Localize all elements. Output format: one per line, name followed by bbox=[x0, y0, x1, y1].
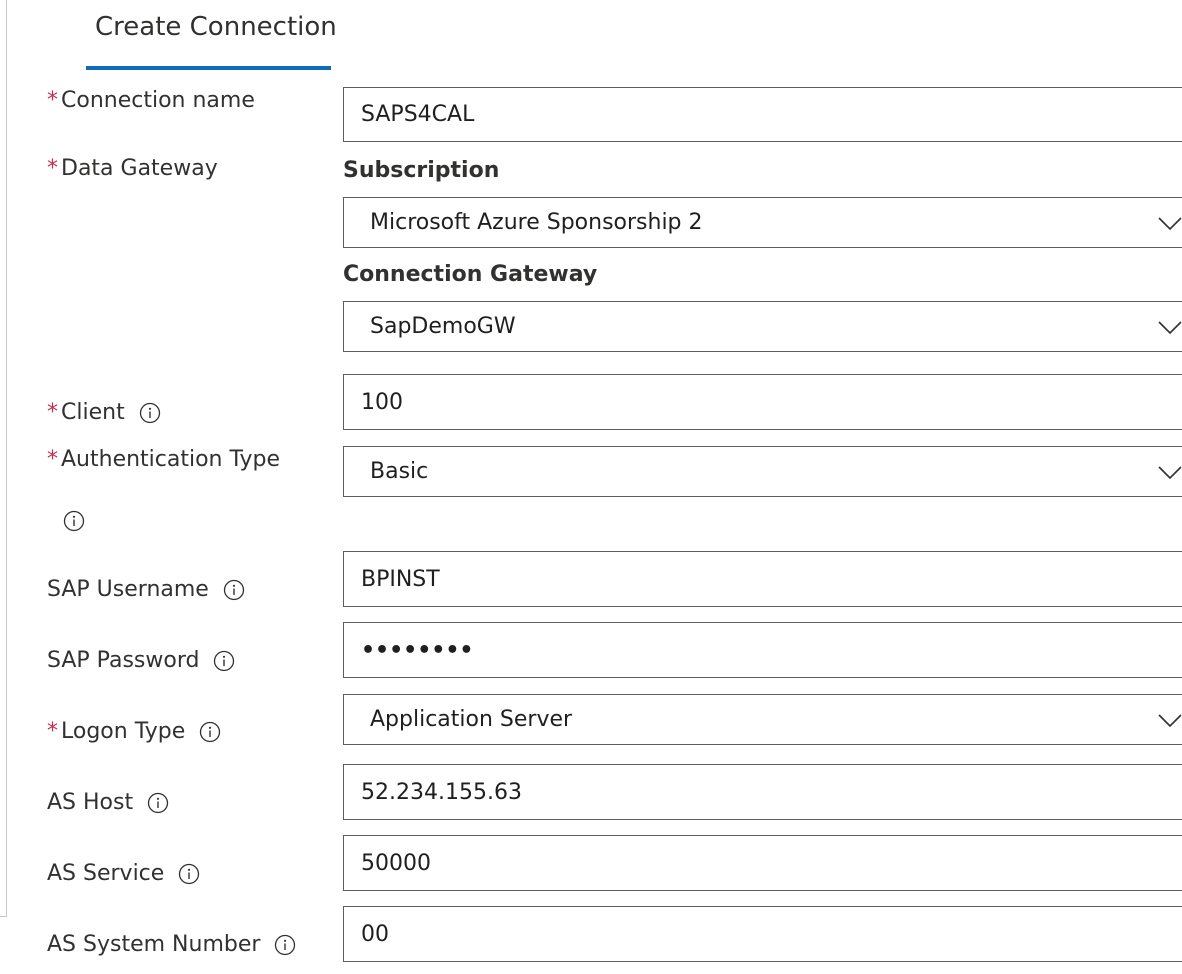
chevron-down-icon bbox=[1158, 465, 1182, 479]
connection-name-value: SAPS4CAL bbox=[361, 102, 475, 127]
required-marker: * bbox=[47, 88, 58, 113]
info-icon[interactable] bbox=[223, 579, 245, 601]
sap-username-label: SAP Username bbox=[47, 577, 245, 602]
panel-divider bbox=[0, 916, 7, 917]
info-icon[interactable] bbox=[139, 402, 161, 424]
as-service-label: AS Service bbox=[47, 861, 200, 886]
as-host-label-text: AS Host bbox=[47, 790, 134, 815]
sap-username-value: BPINST bbox=[361, 566, 440, 592]
tab-create-connection[interactable]: Create Connection bbox=[86, 0, 337, 70]
subscription-value: Microsoft Azure Sponsorship 2 bbox=[370, 210, 703, 235]
chevron-down-icon bbox=[1158, 713, 1182, 727]
info-icon[interactable] bbox=[147, 792, 169, 814]
create-connection-page: Create Connection * Connection name SAPS… bbox=[0, 0, 1182, 974]
sap-password-value: •••••••• bbox=[361, 637, 474, 663]
connection-gateway-dropdown[interactable]: SapDemoGW bbox=[343, 301, 1182, 352]
sap-password-input[interactable]: •••••••• bbox=[343, 622, 1182, 678]
as-system-number-label-text: AS System Number bbox=[47, 932, 261, 957]
connection-gateway-value: SapDemoGW bbox=[370, 314, 516, 339]
data-gateway-label: * Data Gateway bbox=[47, 156, 218, 181]
data-gateway-label-text: Data Gateway bbox=[61, 156, 218, 181]
authentication-type-label: * Authentication Type bbox=[47, 447, 280, 472]
as-system-number-input[interactable]: 00 bbox=[343, 906, 1182, 962]
logon-type-value: Application Server bbox=[370, 707, 573, 732]
authentication-type-value: Basic bbox=[370, 459, 429, 484]
as-service-input[interactable]: 50000 bbox=[343, 835, 1182, 891]
logon-type-dropdown[interactable]: Application Server bbox=[343, 694, 1182, 745]
required-marker: * bbox=[47, 156, 58, 181]
authentication-type-label-text: Authentication Type bbox=[61, 447, 281, 472]
as-service-value: 50000 bbox=[361, 850, 431, 876]
authentication-type-dropdown[interactable]: Basic bbox=[343, 446, 1182, 497]
connection-name-label: * Connection name bbox=[47, 88, 255, 113]
client-value: 100 bbox=[361, 389, 403, 415]
logon-type-label: * Logon Type bbox=[47, 719, 221, 744]
chevron-down-icon bbox=[1158, 216, 1182, 230]
as-host-input[interactable]: 52.234.155.63 bbox=[343, 764, 1182, 820]
sap-password-label-text: SAP Password bbox=[47, 648, 200, 673]
info-icon[interactable] bbox=[274, 934, 296, 956]
as-service-label-text: AS Service bbox=[47, 861, 165, 886]
as-system-number-label: AS System Number bbox=[47, 932, 296, 957]
panel-left-border bbox=[6, 0, 7, 916]
info-icon[interactable] bbox=[213, 650, 235, 672]
connection-gateway-label: Connection Gateway bbox=[343, 262, 598, 287]
client-input[interactable]: 100 bbox=[343, 374, 1182, 430]
as-host-value: 52.234.155.63 bbox=[361, 779, 522, 805]
required-marker: * bbox=[47, 447, 58, 472]
client-label: * Client bbox=[47, 400, 161, 425]
info-icon[interactable] bbox=[199, 721, 221, 743]
sap-username-input[interactable]: BPINST bbox=[343, 551, 1182, 607]
tab-label: Create Connection bbox=[95, 12, 337, 42]
info-icon[interactable] bbox=[63, 510, 85, 532]
client-label-text: Client bbox=[61, 400, 125, 425]
required-marker: * bbox=[47, 400, 58, 425]
connection-name-input[interactable]: SAPS4CAL bbox=[343, 87, 1182, 142]
sap-username-label-text: SAP Username bbox=[47, 577, 209, 602]
connection-name-label-text: Connection name bbox=[61, 88, 255, 113]
as-system-number-value: 00 bbox=[361, 921, 389, 947]
subscription-label: Subscription bbox=[343, 158, 500, 183]
chevron-down-icon bbox=[1158, 320, 1182, 334]
info-icon[interactable] bbox=[178, 863, 200, 885]
as-host-label: AS Host bbox=[47, 790, 169, 815]
sap-password-label: SAP Password bbox=[47, 648, 235, 673]
logon-type-label-text: Logon Type bbox=[61, 719, 186, 744]
tab-active-underline bbox=[86, 66, 331, 70]
subscription-dropdown[interactable]: Microsoft Azure Sponsorship 2 bbox=[343, 197, 1182, 248]
required-marker: * bbox=[47, 719, 58, 744]
